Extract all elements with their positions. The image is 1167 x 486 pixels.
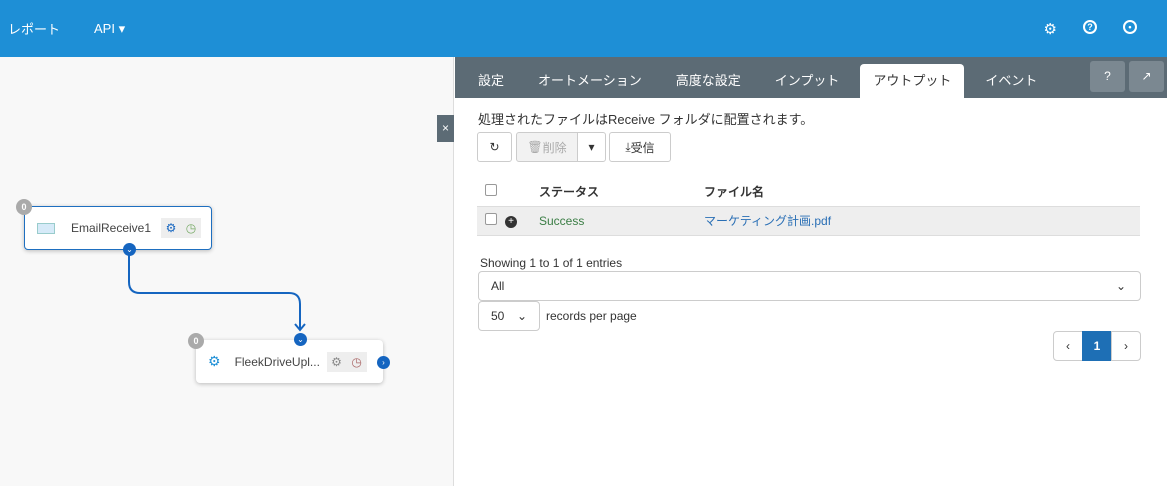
tab-settings[interactable]: 設定 — [465, 64, 517, 98]
node-count-badge: 0 — [188, 333, 204, 349]
filter-select[interactable]: All ⌄ — [478, 271, 1141, 301]
page-size-select[interactable]: 50 ⌄ — [478, 301, 540, 331]
filter-value: All — [491, 279, 505, 293]
node-label: EmailReceive1 — [71, 221, 152, 235]
gear-icon[interactable]: ⚙ — [161, 218, 181, 238]
flow-canvas[interactable]: EmailReceive1 ⚙ ◷ 0 ⌄ ⚙ FleekDriveUpl...… — [0, 57, 454, 486]
user-icon[interactable]: • — [1123, 20, 1137, 34]
page-size-value: 50 — [491, 309, 505, 323]
receive-button[interactable]: ⤓ 受信 — [609, 132, 671, 162]
external-link-button[interactable]: ↗ — [1129, 61, 1164, 92]
settings-panel: 設定 オートメーション 高度な設定 インプット アウトプット イベント ? ↗ … — [455, 57, 1167, 486]
row-checkbox[interactable] — [485, 213, 497, 225]
email-icon — [37, 222, 55, 234]
tab-bar: 設定 オートメーション 高度な設定 インプット アウトプット イベント ? ↗ — [455, 57, 1167, 98]
table-header: ステータス ファイル名 — [477, 177, 1140, 206]
next-page-button[interactable]: › — [1111, 331, 1141, 361]
header-status[interactable]: ステータス — [539, 177, 704, 206]
output-table: ステータス ファイル名 + Success マーケティング計画.pdf — [477, 177, 1140, 236]
select-all-checkbox[interactable] — [485, 183, 497, 196]
expand-icon[interactable]: + — [505, 216, 517, 228]
tab-advanced[interactable]: 高度な設定 — [663, 64, 754, 98]
chevron-down-icon: ⌄ — [1115, 279, 1126, 293]
chevron-right-icon[interactable]: › — [377, 356, 390, 369]
chevron-down-icon[interactable]: ⌄ — [294, 333, 307, 346]
node-label: FleekDriveUpl... — [234, 354, 320, 369]
gear-icon[interactable]: ⚙ — [326, 351, 347, 372]
delete-label: 削除 — [542, 140, 567, 155]
per-page-label: records per page — [546, 309, 637, 323]
nav-api[interactable]: API ▾ — [94, 21, 125, 37]
upload-icon: ⚙ — [208, 353, 221, 369]
help-icon[interactable]: ? — [1083, 20, 1097, 34]
entries-info: Showing 1 to 1 of 1 entries — [480, 256, 623, 270]
tab-output[interactable]: アウトプット — [860, 64, 965, 98]
clock-icon[interactable]: ◷ — [181, 218, 201, 238]
close-panel-button[interactable]: × — [437, 115, 454, 142]
help-button[interactable]: ? — [1090, 61, 1125, 92]
status-cell: Success — [539, 213, 585, 228]
clock-icon[interactable]: ◷ — [346, 351, 367, 372]
tab-automation[interactable]: オートメーション — [525, 64, 655, 98]
filename-link[interactable]: マーケティング計画.pdf — [704, 206, 1140, 235]
tab-input[interactable]: インプット — [762, 64, 853, 98]
header-filename[interactable]: ファイル名 — [704, 177, 1140, 206]
gear-icon[interactable]: ⚙ — [1044, 20, 1057, 38]
refresh-button[interactable]: ↻ — [477, 132, 512, 162]
node-count-badge: 0 — [16, 199, 32, 215]
top-bar: レポート API ▾ ⚙ ? • — [0, 0, 1167, 57]
info-message: 処理されたファイルはReceive フォルダに配置されます。 — [478, 112, 814, 127]
page-1-button[interactable]: 1 — [1082, 331, 1112, 361]
delete-button[interactable]: 🗑 削除 — [516, 132, 578, 162]
table-row[interactable]: + Success マーケティング計画.pdf — [477, 206, 1140, 235]
chevron-down-icon[interactable]: ⌄ — [123, 243, 136, 256]
tab-events[interactable]: イベント — [972, 64, 1050, 98]
receive-label: 受信 — [630, 140, 655, 155]
chevron-down-icon: ⌄ — [516, 309, 527, 323]
connector-line — [128, 250, 306, 332]
nav-api-label: API — [94, 20, 115, 36]
node-email-receive[interactable]: EmailReceive1 ⚙ ◷ — [24, 206, 212, 250]
delete-dropdown-button[interactable]: ▾ — [577, 132, 606, 162]
node-fleekdrive-upload[interactable]: ⚙ FleekDriveUpl... ⚙ ◷ — [196, 340, 383, 383]
prev-page-button[interactable]: ‹ — [1053, 331, 1083, 361]
nav-reports[interactable]: レポート — [8, 19, 60, 38]
